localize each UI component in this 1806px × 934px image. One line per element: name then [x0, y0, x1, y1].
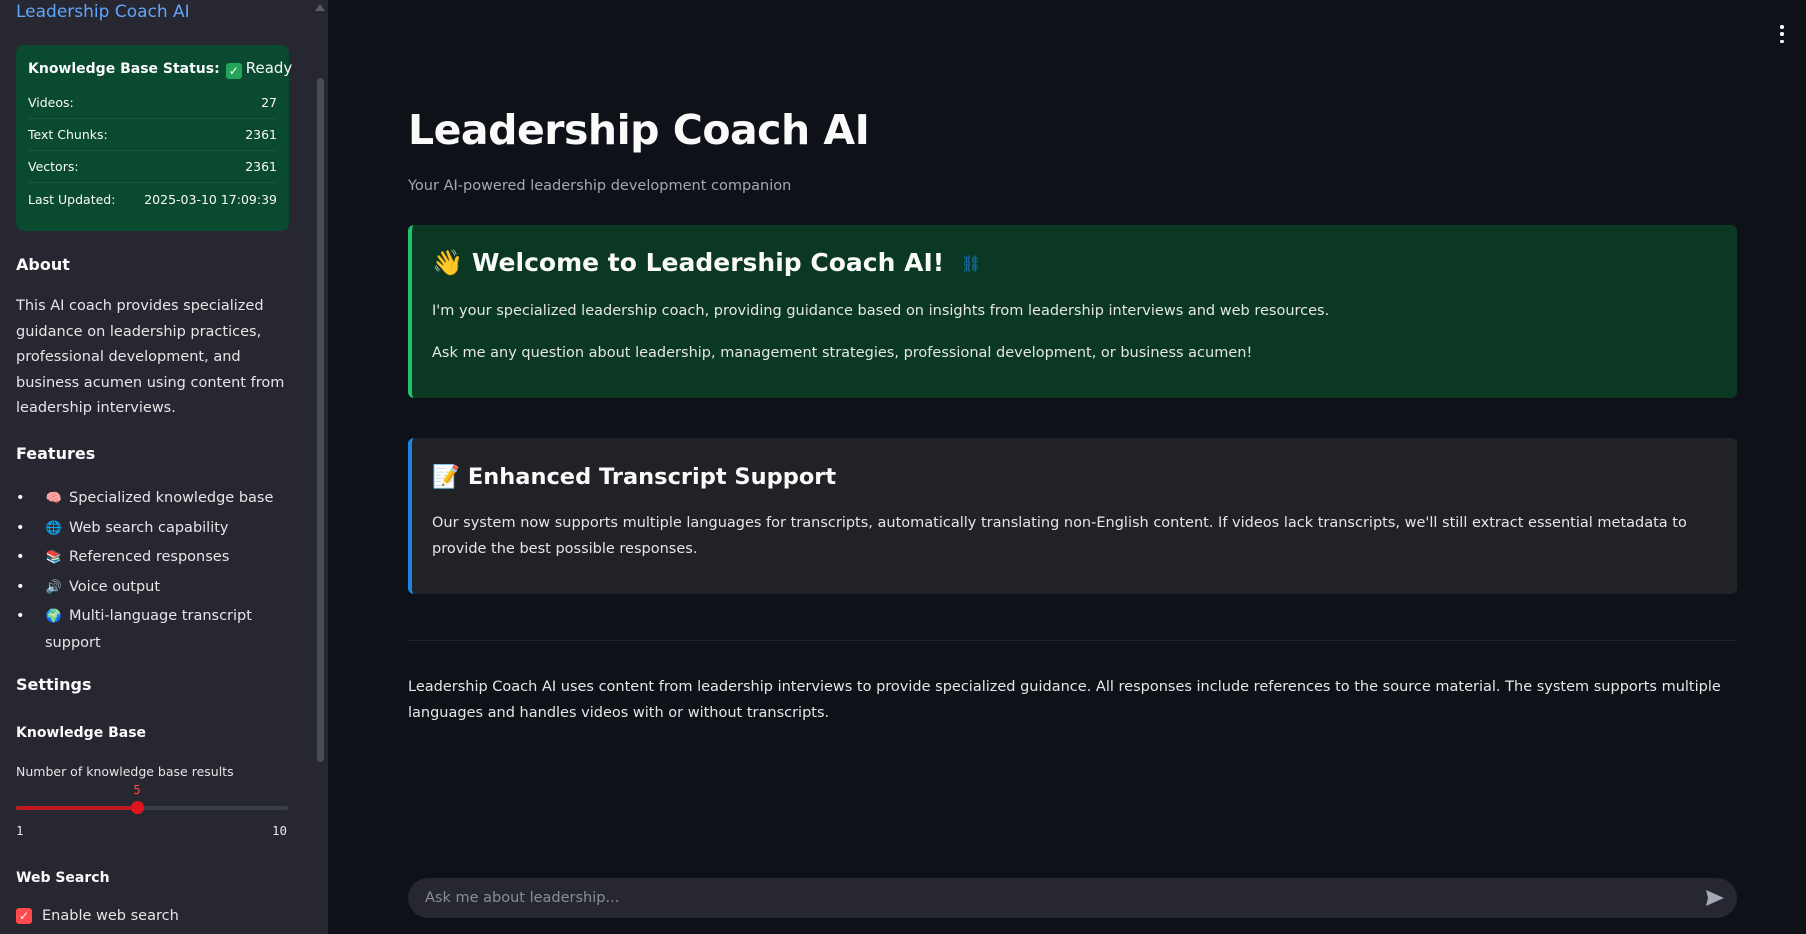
books-icon: 📚	[45, 550, 63, 566]
feature-label: Referenced responses	[69, 549, 230, 566]
feature-label: Web search capability	[69, 519, 229, 536]
waving-hand-icon: 👋	[432, 248, 464, 277]
feature-label: Multi-language transcript support	[45, 608, 252, 652]
feature-label: Specialized knowledge base	[69, 490, 274, 506]
send-icon	[1706, 890, 1724, 906]
footer-text: Leadership Coach AI uses content from le…	[408, 679, 1721, 721]
main-content: Leadership Coach AI Your AI-powered lead…	[328, 0, 1806, 934]
features-list: 🧠 Specialized knowledge base 🌐 Web search …	[16, 485, 306, 659]
kb-row-label: Videos:	[28, 95, 74, 110]
kb-results-slider-max: 10	[272, 823, 288, 838]
kb-row-value: 2025-03-10 17:09:39	[144, 191, 277, 207]
knowledge-base-heading: Knowledge Base	[16, 725, 147, 741]
kb-results-slider-thumb[interactable]	[131, 801, 145, 814]
feature-item: 📚 Referenced responses	[16, 544, 306, 571]
enable-web-search-checkbox[interactable]: ✓ Enable web search	[16, 908, 179, 924]
kb-row-value: 2361	[245, 159, 277, 174]
kb-status-heading: Knowledge Base Status: ✓ Ready	[28, 59, 292, 79]
welcome-card: 👋 Welcome to Leadership Coach AI! ⛓ I'm …	[408, 225, 1737, 398]
checkbox-check-icon[interactable]: ✓	[16, 908, 32, 924]
kb-row-value: 2361	[245, 127, 277, 142]
sidebar-title[interactable]: Leadership Coach AI	[16, 2, 190, 22]
divider	[408, 640, 1737, 641]
transcript-text: Our system now supports multiple languag…	[432, 515, 1687, 557]
kb-status-value: Ready	[245, 59, 293, 77]
link-icon[interactable]: ⛓	[961, 254, 981, 273]
speaker-icon: 🔊	[45, 579, 63, 595]
kb-row-videos: Videos: 27	[28, 87, 277, 119]
feature-item: 🌐 Web search capability	[16, 515, 306, 542]
settings-heading: Settings	[16, 675, 92, 694]
kb-row-label: Last Updated:	[28, 191, 116, 207]
kb-status-label: Knowledge Base Status:	[28, 61, 220, 77]
welcome-paragraph-1: I'm your specialized leadership coach, p…	[432, 303, 1330, 319]
feature-label: Voice output	[69, 578, 161, 595]
kb-results-slider-label: Number of knowledge base results	[16, 764, 234, 779]
globe-icon: 🌐	[45, 520, 63, 536]
welcome-heading: 👋 Welcome to Leadership Coach AI! ⛓	[432, 248, 981, 278]
sidebar: Leadership Coach AI Knowledge Base Statu…	[0, 0, 328, 934]
page-title: Leadership Coach AI	[408, 106, 870, 154]
feature-item: 🔊 Voice output	[16, 574, 306, 601]
about-text: This AI coach provides specialized guida…	[16, 298, 285, 417]
kb-results-slider-value: 5	[133, 783, 141, 797]
brain-icon: 🧠	[45, 491, 63, 506]
scroll-up-arrow[interactable]	[315, 4, 325, 11]
welcome-heading-text: Welcome to Leadership Coach AI!	[471, 248, 945, 277]
check-icon: ✓	[225, 63, 242, 79]
page-subtitle: Your AI-powered leadership development c…	[408, 178, 792, 194]
knowledge-base-status-box: Knowledge Base Status: ✓ Ready Videos: 27 …	[16, 45, 292, 231]
sidebar-scrollbar[interactable]	[317, 78, 324, 762]
about-heading: About	[16, 255, 70, 274]
memo-icon: 📝	[432, 464, 461, 490]
kb-row-value: 27	[261, 95, 277, 110]
welcome-paragraph-2: Ask me any question about leadership, ma…	[432, 345, 1253, 361]
app: Leadership Coach AI Knowledge Base Statu…	[0, 0, 1806, 934]
earth-globe-icon: 🌍	[45, 609, 63, 625]
enable-web-search-label: Enable web search	[42, 908, 179, 924]
kb-results-slider-min: 1	[16, 823, 24, 838]
kb-row-label: Text Chunks:	[28, 127, 108, 142]
feature-item: 🧠 Specialized knowledge base	[16, 485, 306, 512]
kb-results-slider[interactable]	[16, 801, 289, 814]
feature-item: 🌍Multi-language transcript support	[16, 603, 306, 656]
send-button[interactable]	[1704, 888, 1726, 908]
web-search-heading: Web Search	[16, 870, 110, 886]
kb-row-text-chunks: Text Chunks: 2361	[28, 119, 277, 151]
transcript-support-card: 📝 Enhanced Transcript Support Our system…	[408, 438, 1737, 594]
kb-row-vectors: Vectors: 2361	[28, 151, 277, 183]
features-heading: Features	[16, 444, 96, 463]
menu-icon[interactable]	[1778, 25, 1786, 43]
chat-input[interactable]	[408, 878, 1737, 918]
transcript-heading: 📝 Enhanced Transcript Support	[432, 464, 836, 490]
kb-results-slider-fill	[16, 806, 138, 810]
kb-row-label: Vectors:	[28, 159, 79, 174]
kb-row-last-updated: Last Updated: 2025-03-10 17:09:39	[28, 183, 277, 215]
transcript-heading-text: Enhanced Transcript Support	[467, 464, 837, 490]
